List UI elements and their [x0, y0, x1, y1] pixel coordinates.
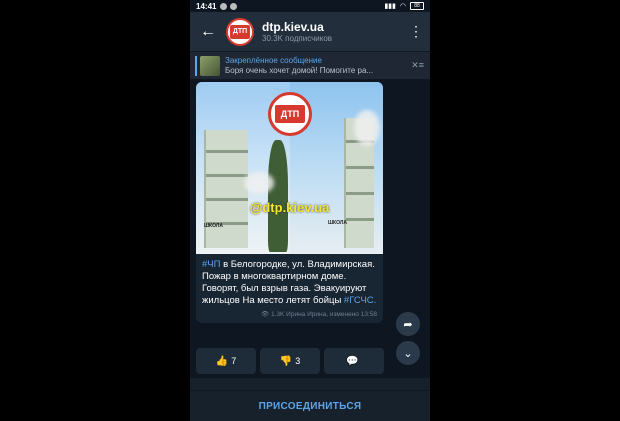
- hashtag-link-2[interactable]: #ГСЧС.: [344, 295, 376, 306]
- post-meta: 👁 1.3K Ирина Ирина, изменено 13:58: [196, 310, 383, 323]
- status-bar: 14:41 ▮▮▮ ◠ 88: [190, 0, 430, 12]
- unpin-icon[interactable]: ✕≡: [411, 60, 424, 71]
- notification-icon: [220, 2, 228, 10]
- view-count: 1.3K: [270, 311, 285, 318]
- reaction-count: 7: [231, 356, 237, 366]
- thumbs-up-icon: 👍: [215, 355, 229, 367]
- post-photo[interactable]: ШКОЛА ШКОЛА ДТП @dtp.kiev.ua: [196, 82, 383, 254]
- signal-icon: ▮▮▮: [384, 3, 396, 10]
- more-vertical-icon[interactable]: ⋮: [408, 23, 424, 40]
- building-left: [204, 130, 248, 248]
- watermark-handle: @dtp.kiev.ua: [249, 200, 330, 215]
- pinned-thumbnail: [200, 55, 220, 76]
- scroll-down-icon[interactable]: ⌄: [396, 341, 420, 365]
- reaction-thumbs-down[interactable]: 👎 3: [260, 348, 320, 374]
- watermark-logo: ДТП: [268, 92, 312, 136]
- pinned-message-bar[interactable]: Закреплённое сообщение Боря очень хочет …: [190, 52, 430, 80]
- smoke-2: [354, 110, 380, 146]
- reaction-count: 3: [295, 356, 301, 366]
- post-text: #ЧП в Белогородке, ул. Владимирская. Пож…: [196, 254, 383, 310]
- wifi-icon: ◠: [399, 3, 406, 10]
- pinned-text: Боря очень хочет домой! Помогите ра...: [225, 65, 374, 75]
- channel-name: dtp.kiev.ua: [262, 19, 324, 34]
- comment-icon: 💬: [346, 355, 359, 367]
- author-info: Ирина Ирина, изменено 13:58: [286, 311, 377, 318]
- channel-title-block[interactable]: dtp.kiev.ua 30.3K подписчиков: [262, 20, 408, 44]
- comment-button[interactable]: 💬: [324, 348, 384, 374]
- pinned-title: Закреплённое сообщение: [225, 55, 322, 65]
- school-sign-left: ШКОЛА: [204, 223, 223, 229]
- thumbs-down-icon: 👎: [279, 355, 293, 367]
- channel-header: ← ДТП dtp.kiev.ua 30.3K подписчиков ⋮: [190, 12, 430, 52]
- avatar-logo: ДТП: [230, 24, 250, 39]
- watermark-logo-text: ДТП: [275, 105, 305, 123]
- reaction-thumbs-up[interactable]: 👍 7: [196, 348, 256, 374]
- status-time: 14:41: [196, 1, 217, 11]
- subscriber-count: 30.3K подписчиков: [262, 33, 333, 43]
- back-arrow-icon[interactable]: ←: [196, 23, 220, 41]
- views-icon: 👁: [260, 311, 270, 318]
- battery-icon: 88: [410, 2, 424, 10]
- school-sign-right: ШКОЛА: [328, 220, 347, 226]
- hashtag-link[interactable]: #ЧП: [202, 259, 220, 270]
- join-button[interactable]: ПРИСОЕДИНИТЬСЯ: [190, 390, 430, 421]
- share-icon[interactable]: ➦: [396, 312, 420, 336]
- tree: [268, 140, 288, 252]
- pinned-indicator: [195, 55, 197, 76]
- channel-avatar[interactable]: ДТП: [226, 17, 254, 46]
- smoke: [244, 172, 274, 194]
- chat-area: ШКОЛА ШКОЛА ДТП @dtp.kiev.ua #ЧП в Белог…: [190, 80, 430, 378]
- post-bubble: ШКОЛА ШКОЛА ДТП @dtp.kiev.ua #ЧП в Белог…: [196, 82, 383, 323]
- phone-screen: 14:41 ▮▮▮ ◠ 88 ← ДТП dtp.kiev.ua 30.3K п…: [190, 0, 430, 421]
- reactions-row: 👍 7 👎 3 💬: [196, 348, 384, 374]
- notification-icon-2: [230, 2, 238, 10]
